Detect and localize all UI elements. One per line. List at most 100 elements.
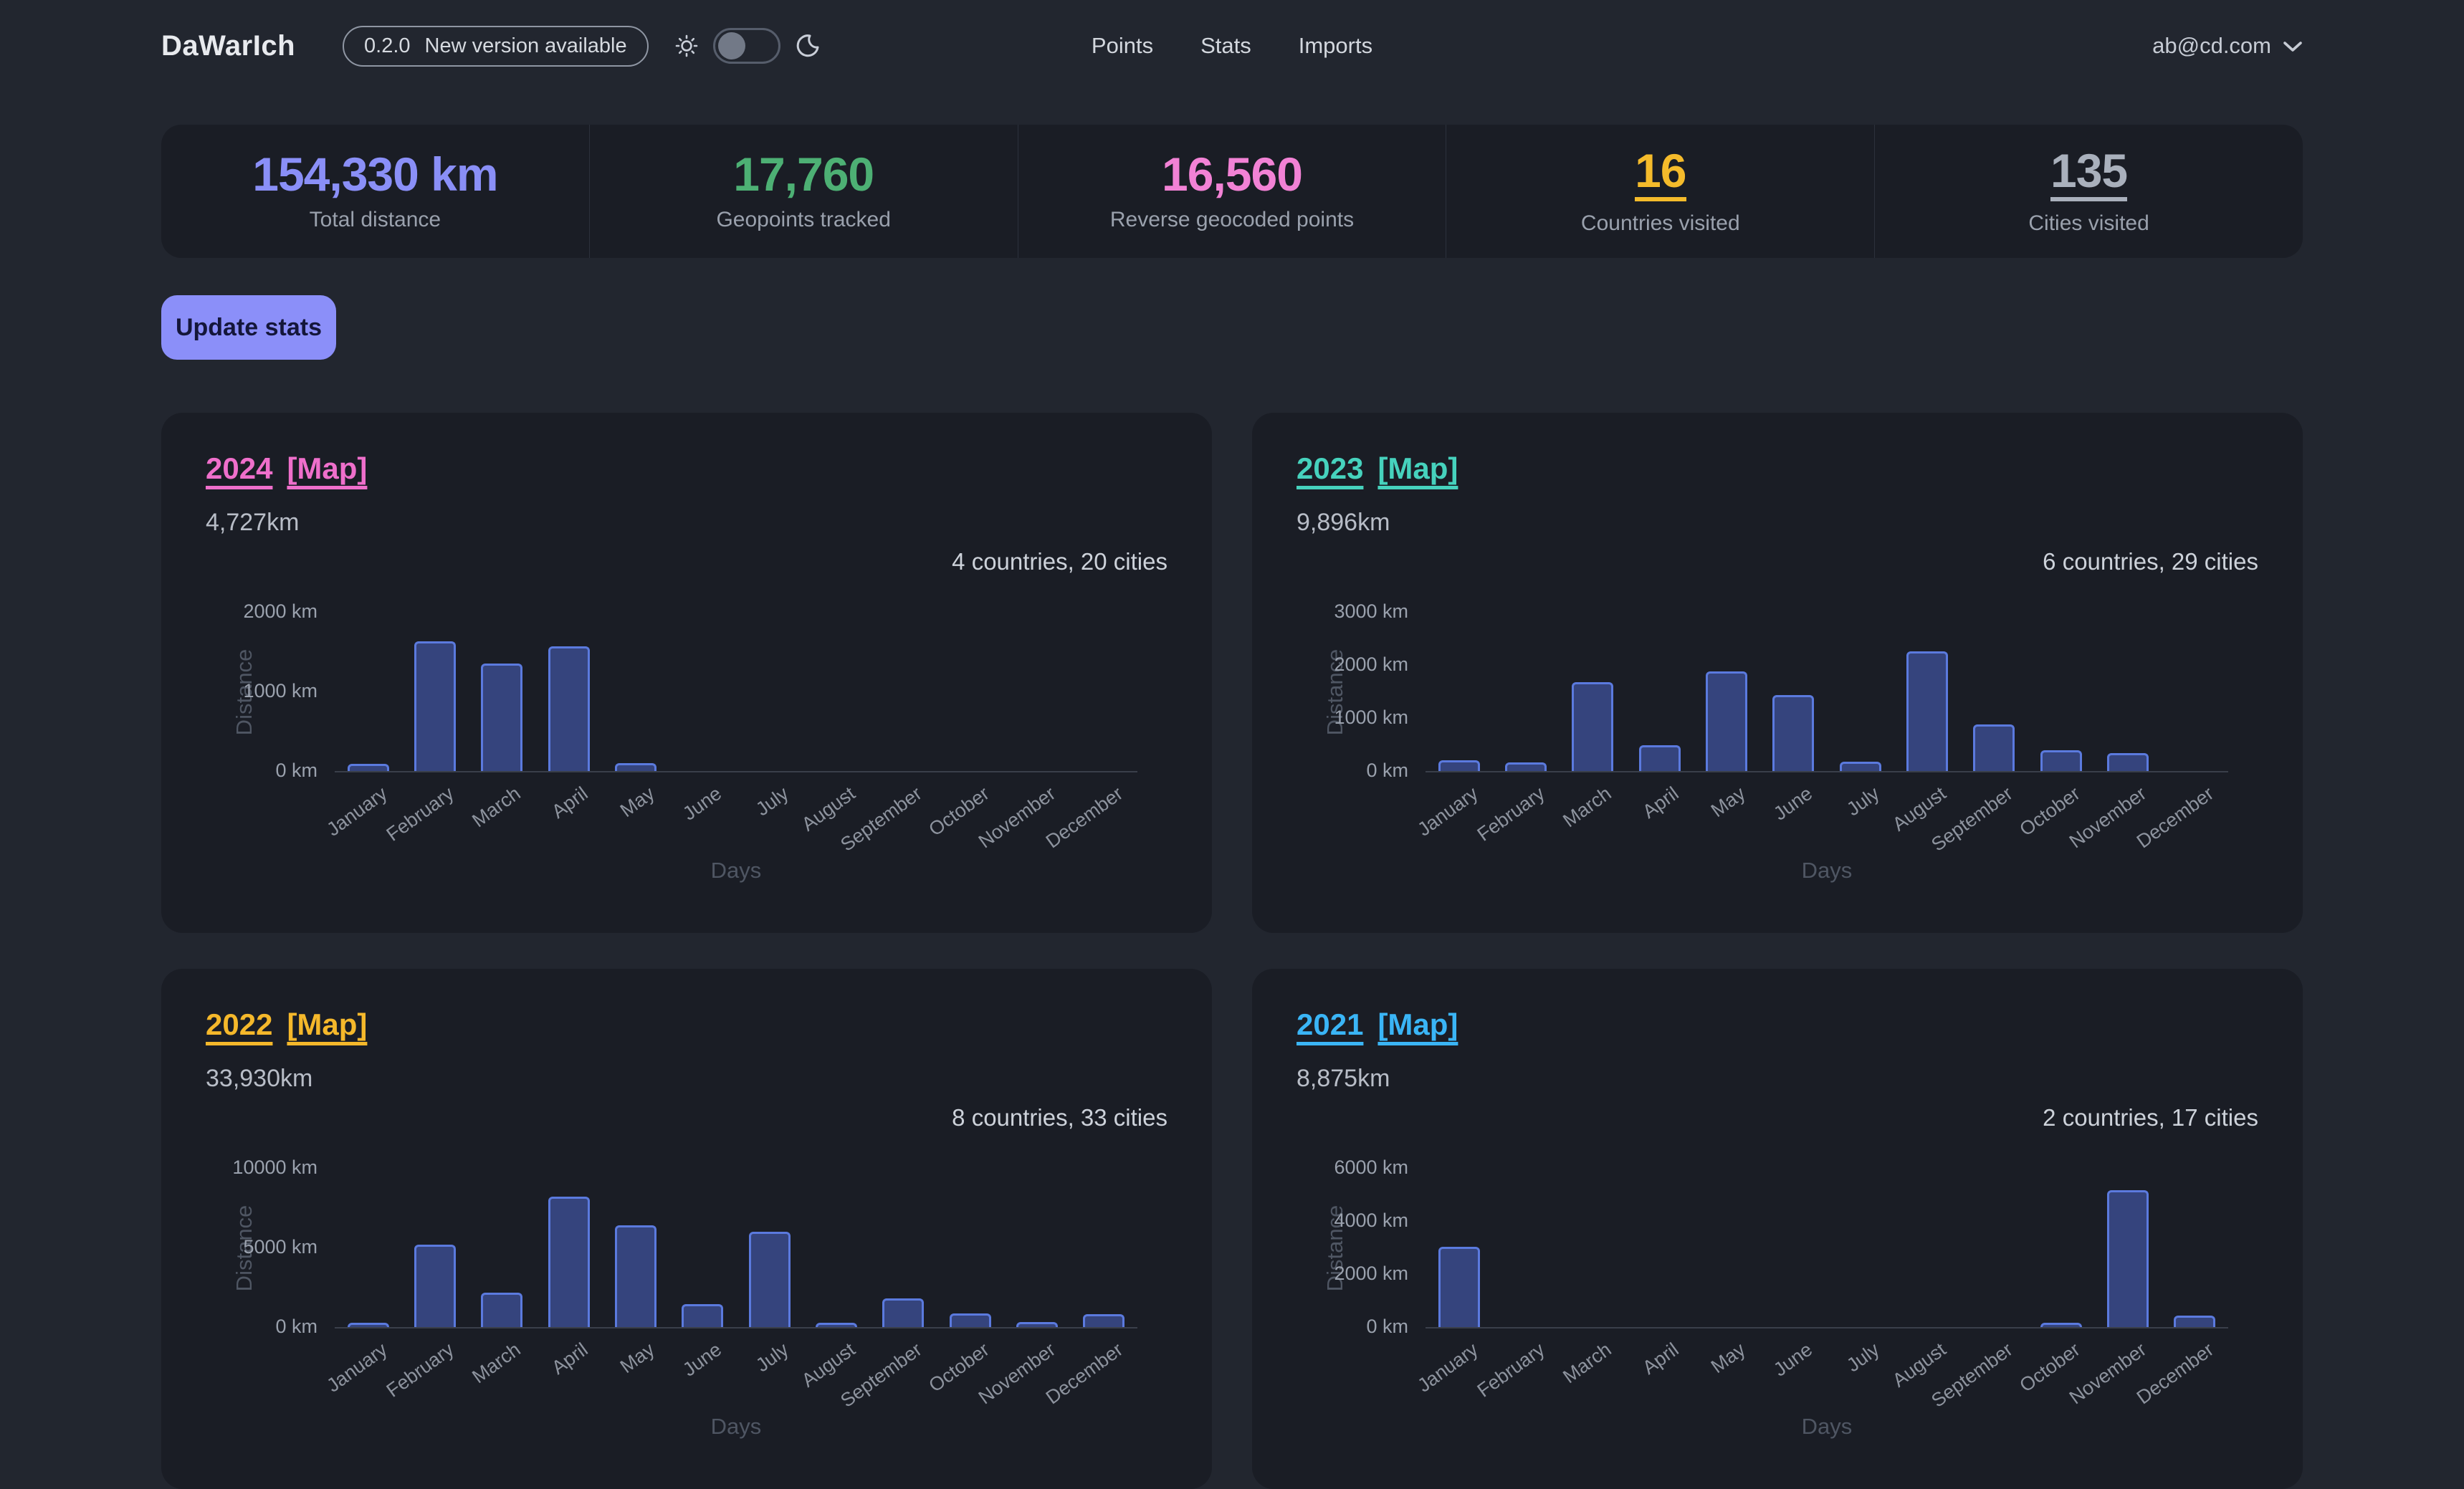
- y-tick-label: 1000 km: [1334, 707, 1408, 729]
- bar-december[interactable]: [1083, 1314, 1124, 1327]
- x-tick-label: January: [323, 1339, 391, 1397]
- bar-april[interactable]: [548, 646, 590, 771]
- bar-slot-april: [1626, 612, 1693, 771]
- bar-june[interactable]: [1772, 695, 1814, 771]
- bar-slot-may: [602, 612, 669, 771]
- stat-cities-visited: 135 Cities visited: [1874, 125, 2303, 258]
- year-2021-map-link[interactable]: [Map]: [1377, 1007, 1458, 1042]
- bar-march[interactable]: [481, 1293, 522, 1327]
- bar-slot-may: [1693, 612, 1759, 771]
- x-axis-line: [1426, 1327, 2228, 1328]
- bar-slot-april: [535, 1168, 602, 1327]
- x-tick-label: March: [1560, 782, 1616, 832]
- stat-reverse-geocoded: 16,560 Reverse geocoded points: [1018, 125, 1446, 258]
- plot-area: 0 km2000 km4000 km6000 kmJanuaryFebruary…: [1426, 1168, 2228, 1327]
- y-tick-label: 2000 km: [243, 600, 317, 623]
- bar-september[interactable]: [1973, 724, 2015, 771]
- theme-toggle[interactable]: [713, 28, 780, 64]
- x-axis-line: [1426, 771, 2228, 772]
- year-2022-link[interactable]: 2022: [206, 1007, 272, 1042]
- bar-march[interactable]: [481, 664, 522, 771]
- bar-slot-september: [870, 1168, 937, 1327]
- year-summary: 8 countries, 33 cities: [206, 1104, 1167, 1131]
- bars-row: [1426, 1168, 2228, 1327]
- stat-label: Reverse geocoded points: [1110, 208, 1354, 232]
- y-tick-label: 6000 km: [1334, 1157, 1408, 1179]
- stat-value: 154,330 km: [252, 150, 497, 198]
- year-2021-chart: Distance0 km2000 km4000 km6000 kmJanuary…: [1297, 1136, 2258, 1473]
- bar-slot-october: [937, 612, 1003, 771]
- bar-october[interactable]: [950, 1313, 991, 1327]
- bar-may[interactable]: [615, 1225, 656, 1327]
- bar-june[interactable]: [682, 1304, 723, 1327]
- year-2022-map-link[interactable]: [Map]: [287, 1007, 367, 1042]
- x-tick-label: April: [548, 1339, 592, 1379]
- nav-imports[interactable]: Imports: [1299, 33, 1372, 59]
- bar-slot-november: [2094, 612, 2161, 771]
- update-stats-button[interactable]: Update stats: [161, 295, 336, 360]
- version-badge[interactable]: 0.2.0 New version available: [343, 26, 649, 67]
- bar-slot-october: [2028, 612, 2094, 771]
- bar-july[interactable]: [1840, 762, 1881, 771]
- x-tick-label: April: [1638, 782, 1683, 823]
- bar-november[interactable]: [2107, 1190, 2149, 1327]
- year-2023-map-link[interactable]: [Map]: [1377, 451, 1458, 486]
- x-tick-label: February: [383, 1339, 459, 1402]
- y-axis-title: Distance: [1322, 606, 1345, 778]
- year-2021-link[interactable]: 2021: [1297, 1007, 1363, 1042]
- stat-value-link[interactable]: 135: [2050, 147, 2127, 201]
- bar-slot-june: [1760, 612, 1827, 771]
- bar-september[interactable]: [882, 1298, 924, 1327]
- year-2024-map-link[interactable]: [Map]: [287, 451, 367, 486]
- bar-slot-february: [1492, 1168, 1559, 1327]
- x-tick-label: July: [752, 782, 793, 820]
- account-menu[interactable]: ab@cd.com: [2152, 33, 2303, 59]
- year-distance: 33,930km: [206, 1065, 1167, 1093]
- bar-july[interactable]: [749, 1232, 791, 1327]
- bar-slot-march: [469, 1168, 535, 1327]
- year-summary: 4 countries, 20 cities: [206, 548, 1167, 575]
- stat-label: Cities visited: [2028, 211, 2149, 236]
- bar-slot-september: [1961, 612, 2028, 771]
- x-tick-label: April: [548, 782, 592, 823]
- bar-august[interactable]: [1906, 651, 1948, 771]
- bar-april[interactable]: [1639, 745, 1681, 771]
- version-message: New version available: [425, 34, 627, 58]
- bar-slot-march: [1560, 1168, 1626, 1327]
- year-2023-link[interactable]: 2023: [1297, 451, 1363, 486]
- year-2022-chart: Distance0 km5000 km10000 kmJanuaryFebrua…: [206, 1136, 1167, 1473]
- bar-april[interactable]: [548, 1197, 590, 1327]
- bar-slot-december: [2162, 1168, 2228, 1327]
- x-tick-label: June: [679, 1339, 726, 1382]
- bar-october[interactable]: [2040, 750, 2082, 771]
- bar-may[interactable]: [615, 763, 656, 771]
- bar-november[interactable]: [1016, 1322, 1058, 1327]
- x-tick-label: April: [1638, 1339, 1683, 1379]
- year-2024-link[interactable]: 2024: [206, 451, 272, 486]
- stat-value: 17,760: [733, 150, 874, 198]
- plot-area: 0 km5000 km10000 kmJanuaryFebruaryMarchA…: [335, 1168, 1137, 1327]
- bar-january[interactable]: [348, 764, 389, 771]
- x-axis-line: [335, 1327, 1137, 1328]
- bar-january[interactable]: [1438, 760, 1480, 771]
- stat-value-link[interactable]: 16: [1635, 147, 1686, 201]
- year-2024-chart: Distance0 km1000 km2000 kmJanuaryFebruar…: [206, 580, 1167, 916]
- bar-december[interactable]: [2174, 1316, 2215, 1327]
- plot-area: 0 km1000 km2000 kmJanuaryFebruaryMarchAp…: [335, 612, 1137, 771]
- year-distance: 8,875km: [1297, 1065, 2258, 1093]
- bar-march[interactable]: [1572, 682, 1613, 771]
- bar-february[interactable]: [414, 641, 456, 771]
- bar-february[interactable]: [1505, 762, 1547, 771]
- nav-stats[interactable]: Stats: [1200, 33, 1251, 59]
- app-logo[interactable]: DaWarIch: [161, 30, 295, 62]
- bar-january[interactable]: [1438, 1247, 1480, 1327]
- y-tick-label: 0 km: [1366, 1316, 1408, 1338]
- x-tick-label: July: [752, 1339, 793, 1377]
- x-tick-label: March: [1560, 1339, 1616, 1388]
- bar-may[interactable]: [1706, 671, 1747, 771]
- bar-november[interactable]: [2107, 753, 2149, 771]
- bar-february[interactable]: [414, 1245, 456, 1327]
- stat-total-distance: 154,330 km Total distance: [161, 125, 589, 258]
- nav-points[interactable]: Points: [1092, 33, 1153, 59]
- card-heading: 2024 [Map]: [206, 451, 1167, 486]
